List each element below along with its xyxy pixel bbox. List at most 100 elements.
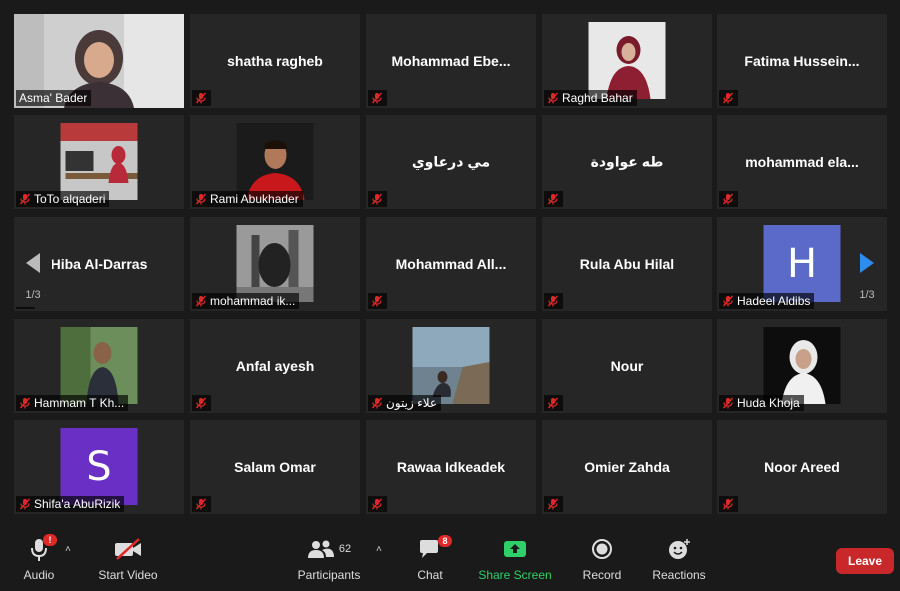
participant-tile[interactable]: Hammam T Kh...: [14, 319, 184, 413]
participant-tile[interactable]: Raghd Bahar: [542, 14, 712, 108]
participant-status: [544, 395, 563, 411]
participant-name: طه عواودة: [590, 153, 664, 170]
participant-name: Asma' Bader: [19, 91, 88, 105]
record-button[interactable]: Record: [581, 534, 623, 586]
share-screen-label: Share Screen: [478, 568, 552, 582]
participant-label: Rami Abukhader: [192, 191, 303, 207]
participant-tile[interactable]: Anfal ayesh: [190, 319, 360, 413]
muted-mic-icon: [722, 193, 734, 205]
smiley-icon: [669, 539, 690, 559]
page-indicator-right: 1/3: [859, 289, 875, 301]
start-video-button[interactable]: Start Video: [94, 534, 162, 586]
participant-tile[interactable]: S Shifa'a AbuRizik: [14, 420, 184, 514]
participant-tile[interactable]: Noor Areed: [717, 420, 887, 514]
participant-label: Raghd Bahar: [544, 90, 637, 106]
participant-name: ToTo alqaderi: [34, 192, 106, 206]
participants-button[interactable]: 62 Participants: [296, 534, 362, 586]
participant-tile[interactable]: طه عواودة: [542, 115, 712, 209]
participant-tile[interactable]: shatha ragheb: [190, 14, 360, 108]
participant-video: [60, 123, 138, 200]
participant-video: [412, 327, 490, 404]
muted-mic-icon: [371, 92, 383, 104]
page-indicator-left: 1/3: [25, 289, 41, 301]
participant-name: علاء زيتون: [386, 396, 438, 410]
arrow-left-icon: [26, 253, 40, 273]
participant-status: [719, 191, 738, 207]
participant-tile[interactable]: Mohammad Ebe...: [366, 14, 536, 108]
muted-mic-icon: [195, 498, 207, 510]
participant-tile[interactable]: ToTo alqaderi: [14, 115, 184, 209]
muted-mic-icon: [371, 193, 383, 205]
chat-unread-badge: 8: [438, 535, 452, 547]
muted-mic-icon: [195, 397, 207, 409]
participant-tile[interactable]: mohammad ik...: [190, 217, 360, 311]
participant-tile[interactable]: Rawaa Idkeadek: [366, 420, 536, 514]
participant-tile[interactable]: Nour: [542, 319, 712, 413]
participant-name: Rula Abu Hilal: [579, 256, 675, 272]
muted-mic-icon: [547, 193, 559, 205]
muted-mic-icon: [195, 92, 207, 104]
participant-tile[interactable]: مي درعاوي: [366, 115, 536, 209]
participant-status: [192, 395, 211, 411]
muted-mic-icon: [722, 397, 734, 409]
participant-name: Mohammad Ebe...: [391, 53, 511, 69]
participant-status: [368, 496, 387, 512]
video-off-icon: [115, 538, 141, 560]
record-label: Record: [582, 568, 622, 582]
record-icon: [592, 539, 612, 559]
participant-name: mohammad ik...: [210, 294, 296, 308]
participant-tile[interactable]: Huda Khoja: [717, 319, 887, 413]
participant-name: Nour: [610, 358, 644, 374]
participant-avatar: S: [60, 428, 138, 505]
reactions-button[interactable]: Reactions: [652, 534, 706, 586]
share-screen-icon: [504, 541, 526, 557]
muted-mic-icon: [722, 295, 734, 307]
reactions-label: Reactions: [652, 568, 706, 582]
muted-mic-icon: [547, 92, 559, 104]
participant-status: [544, 496, 563, 512]
participant-label: Asma' Bader: [16, 90, 92, 106]
arrow-right-icon: [860, 253, 874, 273]
participant-tile[interactable]: Rami Abukhader: [190, 115, 360, 209]
muted-mic-icon: [371, 498, 383, 510]
participant-status: [368, 191, 387, 207]
muted-mic-icon: [722, 92, 734, 104]
start-video-label: Start Video: [98, 568, 158, 582]
audio-options-chevron-up-icon[interactable]: ˄: [65, 544, 71, 555]
participant-label: Hammam T Kh...: [16, 395, 129, 411]
participant-status: [368, 90, 387, 106]
muted-mic-icon: [19, 498, 31, 510]
leave-button[interactable]: Leave: [836, 548, 894, 574]
meeting-toolbar: ! Audio ˄ Start Video 62 Participants ˄: [0, 528, 900, 591]
participant-tile[interactable]: Mohammad All...: [366, 217, 536, 311]
participants-label: Participants: [297, 568, 361, 582]
next-page-button[interactable]: 1/3: [848, 219, 886, 307]
muted-mic-icon: [19, 193, 31, 205]
participant-avatar: H: [763, 225, 841, 302]
participant-tile[interactable]: Fatima Hussein...: [717, 14, 887, 108]
participants-options-chevron-up-icon[interactable]: ˄: [376, 544, 382, 555]
participant-tile[interactable]: علاء زيتون: [366, 319, 536, 413]
participant-name: مي درعاوي: [411, 153, 491, 170]
participant-tile[interactable]: Asma' Bader: [14, 14, 184, 108]
participant-tile[interactable]: mohammad ela...: [717, 115, 887, 209]
muted-mic-icon: [547, 295, 559, 307]
participant-tile[interactable]: Omier Zahda: [542, 420, 712, 514]
participant-status: [544, 293, 563, 309]
participant-tile[interactable]: Salam Omar: [190, 420, 360, 514]
share-screen-button[interactable]: Share Screen: [478, 534, 552, 586]
gallery-grid: Asma' Bader shatha ragheb Mohammad Ebe... R…: [0, 0, 900, 525]
audio-button[interactable]: ! Audio: [20, 534, 58, 586]
participant-name: Mohammad All...: [395, 256, 507, 272]
previous-page-button[interactable]: 1/3: [14, 219, 52, 307]
participant-video: [236, 225, 314, 302]
participant-tile[interactable]: Rula Abu Hilal: [542, 217, 712, 311]
participant-name: Salam Omar: [234, 459, 316, 475]
participant-status: [192, 496, 211, 512]
muted-mic-icon: [195, 193, 207, 205]
muted-mic-icon: [547, 498, 559, 510]
participant-label: علاء زيتون: [368, 395, 442, 411]
audio-warning-badge: !: [43, 534, 57, 546]
chat-button[interactable]: 8 Chat: [412, 534, 452, 586]
participant-video: [588, 22, 666, 99]
